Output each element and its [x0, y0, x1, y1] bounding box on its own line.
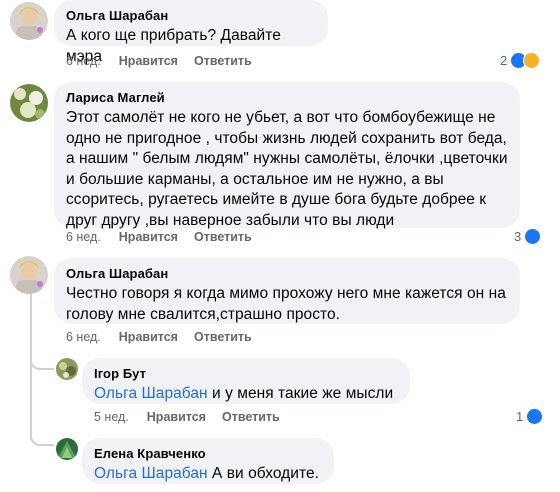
- avatar[interactable]: [10, 84, 48, 122]
- avatar[interactable]: [56, 358, 78, 380]
- reply-time[interactable]: 5 нед.: [94, 410, 129, 424]
- reply-actions: 5 нед. Нравится Ответить: [94, 410, 296, 424]
- comment-author[interactable]: Ольга Шарабан: [66, 7, 316, 24]
- reaction-summary[interactable]: 1: [516, 408, 544, 425]
- like-icon: [526, 408, 544, 425]
- avatar[interactable]: [10, 2, 48, 40]
- comment-actions: 6 нед. Нравится Ответить: [66, 54, 268, 68]
- comment-text: Этот самолёт не кого не убьет, а вот что…: [66, 109, 508, 229]
- comment-text: Честно говоря я когда мимо прохожу него …: [66, 285, 506, 323]
- mention-link[interactable]: Ольга Шарабан: [94, 465, 208, 482]
- comment-time[interactable]: 6 нед.: [66, 230, 101, 244]
- comment-actions: 6 нед. Нравится Ответить: [66, 330, 268, 344]
- comment-actions: 6 нед. Нравится Ответить: [66, 230, 268, 244]
- reply-button[interactable]: Ответить: [194, 330, 252, 344]
- comment-time[interactable]: 6 нед.: [66, 330, 101, 344]
- reply-button[interactable]: Ответить: [194, 54, 252, 68]
- reply-button[interactable]: Ответить: [194, 230, 252, 244]
- reply-text: Ольга Шарабан А ви обходите.: [94, 464, 322, 485]
- reply-button[interactable]: Ответить: [222, 410, 280, 424]
- reply-author[interactable]: Ігор Бут: [94, 365, 398, 382]
- thread-connector: [30, 360, 54, 370]
- reply-bubble: Ігор Бут Ольга Шарабан и у меня такие же…: [82, 358, 410, 404]
- mention-link[interactable]: Ольга Шарабан: [94, 385, 208, 402]
- comment-bubble: Ольга Шарабан Честно говоря я когда мимо…: [54, 258, 520, 324]
- comment-bubble: Лариса Маглей Этот самолёт не кого не уб…: [54, 82, 520, 229]
- comment-time[interactable]: 6 нед.: [66, 54, 101, 68]
- reaction-count: 1: [516, 409, 524, 424]
- reply-text-body: А ви обходите.: [207, 465, 319, 482]
- reaction-count: 3: [514, 229, 522, 244]
- reply-text-body: и у меня такие же мысли: [207, 385, 394, 402]
- comment-author[interactable]: Лариса Маглей: [66, 89, 508, 106]
- like-button[interactable]: Нравится: [119, 54, 178, 68]
- reply-bubble: Елена Кравченко Ольга Шарабан А ви обход…: [82, 438, 334, 484]
- haha-icon: [523, 52, 541, 69]
- comment-bubble: Ольга Шарабан А кого ще прибрать? Давайт…: [54, 0, 328, 65]
- like-button[interactable]: Нравится: [119, 230, 178, 244]
- reaction-summary[interactable]: 3: [514, 228, 542, 245]
- thread-line: [30, 370, 32, 440]
- avatar[interactable]: [56, 438, 78, 460]
- reply-author[interactable]: Елена Кравченко: [94, 445, 322, 462]
- reply-text: Ольга Шарабан и у меня такие же мысли: [94, 384, 398, 405]
- reaction-summary[interactable]: 2: [500, 52, 541, 69]
- like-button[interactable]: Нравится: [119, 330, 178, 344]
- reaction-count: 2: [500, 53, 508, 68]
- avatar[interactable]: [10, 256, 48, 294]
- like-icon: [524, 228, 542, 245]
- comment-author[interactable]: Ольга Шарабан: [66, 265, 508, 282]
- like-button[interactable]: Нравится: [147, 410, 206, 424]
- thread-connector: [30, 436, 54, 446]
